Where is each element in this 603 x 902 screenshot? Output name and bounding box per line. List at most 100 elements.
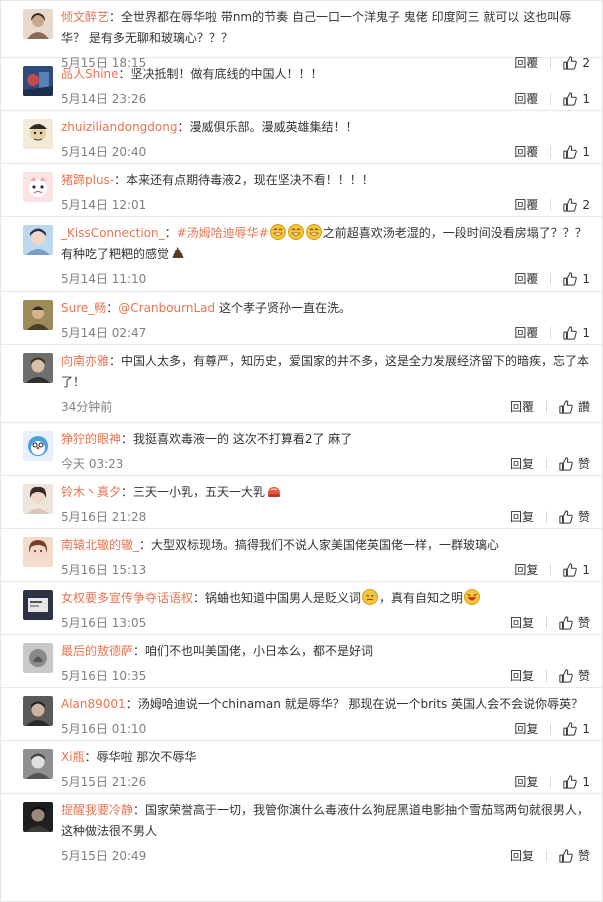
comment-username[interactable]: 猪蹄plus- bbox=[61, 173, 114, 187]
like-button[interactable]: 1 bbox=[563, 141, 590, 163]
thumbs-up-icon bbox=[563, 92, 578, 106]
comment-username[interactable]: zhuiziliandongdong bbox=[61, 120, 177, 134]
comment-text: 女权要多宣传争夺话语权：锅蛐也知道中国男人是贬义词 ，真有自知之明 bbox=[61, 588, 590, 609]
like-count: 讚 bbox=[577, 400, 590, 414]
like-button[interactable]: 赞 bbox=[559, 665, 590, 687]
like-button[interactable]: 讚 bbox=[559, 396, 590, 418]
comment-username[interactable]: 倾文醉艺 bbox=[61, 10, 109, 24]
like-button[interactable]: 1 bbox=[563, 88, 590, 110]
reply-button[interactable]: 回复 bbox=[510, 665, 534, 687]
avatar[interactable] bbox=[23, 431, 53, 461]
comment-username[interactable]: 铃木丶真夕 bbox=[61, 485, 121, 499]
like-button[interactable]: 1 bbox=[563, 559, 590, 581]
reply-button[interactable]: 回覆 bbox=[514, 322, 538, 344]
comment-time: 5月16日 10:35 bbox=[61, 669, 147, 683]
reply-button[interactable]: 回覆 bbox=[514, 268, 538, 290]
reply-button[interactable]: 回复 bbox=[510, 612, 534, 634]
comment-time: 5月14日 23:26 bbox=[61, 92, 147, 106]
reply-button[interactable]: 回复 bbox=[510, 453, 534, 475]
comment-actions: 回覆 1 bbox=[514, 268, 590, 290]
like-count: 1 bbox=[582, 563, 590, 577]
divider bbox=[550, 776, 552, 788]
comment-item: Alan89001：汤姆哈迪说一个chinaman 就是辱华？ 那现在说一个br… bbox=[1, 688, 602, 741]
topic-link[interactable]: #汤姆哈迪辱华# bbox=[177, 226, 269, 240]
comment-username[interactable]: Alan89001 bbox=[61, 697, 126, 711]
comment-meta: 5月14日 12:01 回覆 2 bbox=[61, 194, 590, 216]
comment-username[interactable]: 狰狞的眼神 bbox=[61, 432, 121, 446]
comment-username[interactable]: 品人Shine bbox=[61, 67, 119, 81]
like-count: 2 bbox=[582, 198, 590, 212]
comment-username[interactable]: Xi瓶 bbox=[61, 750, 85, 764]
like-button[interactable]: 1 bbox=[563, 718, 590, 740]
laugh-emoji-icon bbox=[464, 589, 481, 605]
avatar[interactable] bbox=[23, 119, 53, 149]
comment-meta: 5月14日 02:47 回覆 1 bbox=[61, 322, 590, 344]
avatar[interactable] bbox=[23, 300, 53, 330]
like-count: 赞 bbox=[577, 669, 590, 683]
avatar[interactable] bbox=[23, 225, 53, 255]
like-button[interactable]: 2 bbox=[563, 194, 590, 216]
like-count: 赞 bbox=[577, 510, 590, 524]
like-count: 1 bbox=[582, 92, 590, 106]
divider bbox=[545, 511, 547, 523]
avatar[interactable] bbox=[23, 66, 53, 96]
reply-button[interactable]: 回覆 bbox=[514, 88, 538, 110]
reply-button[interactable]: 回覆 bbox=[514, 194, 538, 216]
comment-item: 猪蹄plus-：本来还有点期待毒液2，现在坚决不看！！！！ 5月14日 12:0… bbox=[1, 164, 602, 217]
like-button[interactable]: 赞 bbox=[559, 612, 590, 634]
comment-text: 南辕北辙的辙_：大型双标现场。搞得我们不说人家美国佬英国佬一样，一群玻璃心 bbox=[61, 538, 500, 552]
comment-username[interactable]: 女权要多宣传争夺话语权 bbox=[61, 591, 193, 605]
avatar[interactable] bbox=[23, 484, 53, 514]
comment-text: 铃木丶真夕：三天一小乳，五天一大乳 bbox=[61, 482, 590, 503]
avatar[interactable] bbox=[23, 643, 53, 673]
reply-button[interactable]: 回复 bbox=[514, 718, 538, 740]
comment-actions: 回复 赞 bbox=[510, 506, 590, 528]
reply-button[interactable]: 回覆 bbox=[514, 141, 538, 163]
comment-username[interactable]: _KissConnection_ bbox=[61, 226, 165, 240]
like-button[interactable]: 赞 bbox=[559, 506, 590, 528]
sweat-emoji-icon bbox=[362, 589, 379, 605]
comment-item: zhuiziliandongdong：漫威俱乐部。漫威英雄集结！！ 5月14日 … bbox=[1, 111, 602, 164]
comment-actions: 回复 赞 bbox=[510, 845, 590, 867]
comment-username[interactable]: 最后的敖德萨 bbox=[61, 644, 133, 658]
avatar[interactable] bbox=[23, 749, 53, 779]
like-button[interactable]: 1 bbox=[563, 268, 590, 290]
avatar[interactable] bbox=[23, 172, 53, 202]
comment-username[interactable]: Sure_畅 bbox=[61, 301, 106, 315]
thumbs-up-icon bbox=[563, 563, 578, 577]
avatar[interactable] bbox=[23, 9, 53, 39]
comment-username[interactable]: 向南亦雅 bbox=[61, 354, 109, 368]
avatar[interactable] bbox=[23, 537, 53, 567]
comment-item: 向南亦雅：中国人太多，有尊严，知历史，爱国家的并不多，这是全力发展经济留下的暗疾… bbox=[1, 345, 602, 423]
like-count: 1 bbox=[582, 145, 590, 159]
comment-meta: 34分钟前 回覆 讚 bbox=[61, 396, 590, 418]
comment-item: 品人Shine：坚决抵制！做有底线的中国人！！！ 5月14日 23:26 回覆 … bbox=[1, 58, 602, 111]
reply-button[interactable]: 回复 bbox=[510, 845, 534, 867]
comment-meta: 5月15日 21:26 回复 1 bbox=[61, 771, 590, 793]
like-button[interactable]: 1 bbox=[563, 771, 590, 793]
thumbs-up-icon bbox=[563, 272, 578, 286]
like-button[interactable]: 1 bbox=[563, 322, 590, 344]
like-button[interactable]: 赞 bbox=[559, 453, 590, 475]
thumbs-up-icon bbox=[559, 400, 573, 414]
reply-button[interactable]: 回复 bbox=[514, 559, 538, 581]
mention-link[interactable]: @CranbournLad bbox=[118, 301, 215, 315]
avatar[interactable] bbox=[23, 802, 53, 832]
reply-button[interactable]: 回复 bbox=[510, 506, 534, 528]
avatar[interactable] bbox=[23, 696, 53, 726]
comment-meta: 5月14日 23:26 回覆 1 bbox=[61, 88, 590, 110]
comment-time: 5月15日 20:49 bbox=[61, 849, 147, 863]
comment-meta: 5月14日 20:40 回覆 1 bbox=[61, 141, 590, 163]
like-count: 赞 bbox=[577, 849, 590, 863]
like-button[interactable]: 赞 bbox=[559, 845, 590, 867]
avatar[interactable] bbox=[23, 353, 53, 383]
avatar[interactable] bbox=[23, 590, 53, 620]
reply-button[interactable]: 回复 bbox=[514, 771, 538, 793]
comment-username[interactable]: 提醒我要冷静 bbox=[61, 803, 133, 817]
reply-button[interactable]: 回覆 bbox=[510, 396, 534, 418]
comment-actions: 回复 赞 bbox=[510, 665, 590, 687]
comment-time: 5月16日 01:10 bbox=[61, 722, 147, 736]
comment-text: 品人Shine：坚决抵制！做有底线的中国人！！！ bbox=[61, 67, 323, 81]
bun-emoji-icon bbox=[266, 483, 282, 499]
comment-username[interactable]: 南辕北辙的辙_ bbox=[61, 538, 139, 552]
